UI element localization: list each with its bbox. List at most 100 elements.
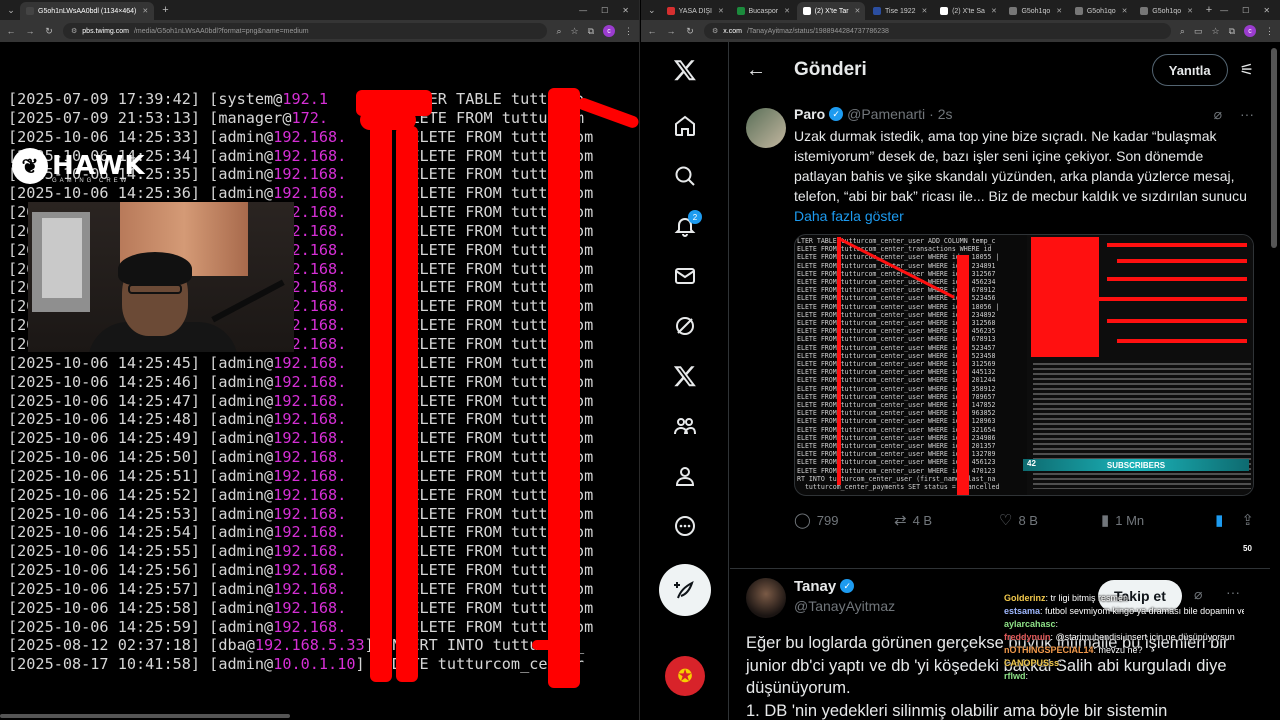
log-ts: [2025-10-06 14:25:55] [8,542,201,561]
bookmark-icon[interactable]: ▮ [1215,511,1223,529]
communities-icon[interactable] [665,406,705,446]
tab-close-icon[interactable]: ✕ [855,7,861,15]
back-arrow-icon[interactable]: ← [746,59,766,82]
extensions-icon[interactable]: ⧉ [1229,26,1235,37]
messages-envelope-icon[interactable] [665,256,705,296]
site-info-icon[interactable]: ⚙ [71,27,77,35]
back-icon[interactable]: ← [6,26,16,36]
reply-author-avatar[interactable] [746,578,786,618]
tab-search-icon[interactable]: ⌄ [4,3,18,17]
log-ip: 192.168.5.33 [254,636,365,655]
reload-icon[interactable]: ↻ [44,26,54,37]
tweet-media-image[interactable]: LTER TABLE tutturcom_center_user ADD COL… [794,234,1254,496]
browser-tab[interactable]: (2) X'te Tar ✕ [796,2,866,20]
tweet-author-avatar[interactable] [746,108,786,148]
minimize-icon[interactable]: — [1220,6,1228,15]
share-icon[interactable]: ⇪ [1241,511,1254,529]
chat-message: CANOPUSss: [1004,657,1244,670]
more-circle-icon[interactable] [665,506,705,546]
chat-username: nOTHINGSPECIAL14 [1004,645,1094,655]
site-info-icon[interactable]: ⚙ [712,27,718,35]
tab-close-icon[interactable]: ✕ [1056,7,1062,15]
new-tab-button[interactable]: + [1200,4,1218,16]
explore-search-icon[interactable] [665,156,705,196]
menu-icon[interactable]: ⋮ [1265,26,1274,37]
back-icon[interactable]: ← [647,26,657,36]
bookmark-star-icon[interactable]: ☆ [1211,26,1219,37]
tab-favicon-icon [873,7,882,15]
media-log-line: ELETE FROM tutturcom_center_user WHERE i… [797,286,996,295]
tweet-author-handle[interactable]: @Pamenarti [847,106,925,122]
repost-action[interactable]: ⇄ 4 B [894,511,999,529]
profile-avatar[interactable]: c [603,25,615,37]
tab-search-icon[interactable]: ⌄ [645,3,659,17]
left-tab-strip: ⌄ G5oh1nLWsAA0bdl (1134×464) ✕ + — ☐ ✕ [0,0,639,20]
zoom-icon[interactable]: ⌕ [1180,26,1185,37]
maximize-icon[interactable]: ☐ [601,6,608,15]
reply-settings-icon[interactable]: ⚟ [1240,60,1254,80]
log-ip: 10.0.1.10 [273,655,356,674]
tab-close-icon[interactable]: ✕ [922,7,928,15]
scrollbar-thumb[interactable] [1271,48,1277,248]
browser-tab[interactable]: Bucaspor ✕ [731,2,795,20]
tab-close-icon[interactable]: ✕ [1122,7,1128,15]
media-redaction [1097,297,1247,301]
premium-x-icon[interactable] [665,356,705,396]
cast-icon[interactable]: ▭ [1194,26,1203,37]
media-log-line: ELETE FROM tutturcom_center_user WHERE i… [797,368,996,377]
tab-close-icon[interactable]: ✕ [991,7,997,15]
show-more-link[interactable]: Daha fazla göster [794,206,1254,226]
browser-tab[interactable]: G5oh1qo ✕ [1134,2,1197,20]
new-tab-button[interactable]: + [156,4,174,16]
maximize-icon[interactable]: ☐ [1242,6,1249,15]
reply-button[interactable]: Yanıtla [1151,54,1228,86]
close-window-icon[interactable]: ✕ [622,6,629,15]
browser-tab[interactable]: G5oh1qo ✕ [1003,2,1066,20]
reload-icon[interactable]: ↻ [685,26,695,37]
views-action[interactable]: ▮ 1 Mn [1101,511,1211,529]
browser-tab[interactable]: G5oh1qo ✕ [1069,2,1132,20]
profile-icon[interactable] [665,456,705,496]
reply-action[interactable]: ◯ 799 [794,511,894,529]
page-scrollbar[interactable] [1270,42,1278,720]
log-line: [2025-10-06 14:25:57] [admin@192.168. ] … [8,580,593,599]
tweet-time[interactable]: · 2s [929,106,952,122]
cam-microphone-arm [211,279,285,323]
extensions-icon[interactable]: ⧉ [588,26,594,37]
tab-close-icon[interactable]: ✕ [784,7,790,15]
tweet-author-name[interactable]: Paro [794,106,825,122]
home-icon[interactable] [665,106,705,146]
tab-title: G5oh1qo [1021,7,1051,15]
log-user: [admin@ [200,542,274,561]
profile-avatar[interactable]: c [1244,25,1256,37]
more-options-icon[interactable]: ··· [1240,106,1254,122]
forward-icon[interactable]: → [25,26,35,36]
reply-author-name[interactable]: Tanay [794,578,836,595]
like-action[interactable]: ♡ 8 B [999,511,1101,529]
browser-tab[interactable]: (2) X'te Sa ✕ [934,2,1001,20]
notifications-bell-icon[interactable]: 2 [665,206,705,246]
close-window-icon[interactable]: ✕ [1263,6,1270,15]
menu-icon[interactable]: ⋮ [624,26,633,37]
log-ip: 192.168. [273,165,347,184]
address-bar[interactable]: ⚙ pbs.twimg.com/media/G5oh1nLWsAA0bdl?fo… [63,23,548,39]
x-logo-icon[interactable] [665,50,705,90]
tab-close-icon[interactable]: ✕ [718,7,724,15]
like-count: 8 B [1018,512,1038,528]
forward-icon[interactable]: → [666,26,676,36]
grok-explain-icon[interactable]: ⌀ [1214,106,1222,123]
bookmark-star-icon[interactable]: ☆ [570,26,578,37]
x-sidebar: 2 ✪ [641,42,729,720]
browser-tab[interactable]: Tise 1922 ✕ [867,2,932,20]
minimize-icon[interactable]: — [579,6,587,15]
grok-icon[interactable] [665,306,705,346]
address-bar[interactable]: ⚙ x.com/TanayAyitmaz/status/198894428473… [704,23,1171,39]
compose-post-button[interactable] [659,564,711,616]
tab-close-icon[interactable]: ✕ [142,7,148,15]
tab-image[interactable]: G5oh1nLWsAA0bdl (1134×464) ✕ [20,2,155,20]
browser-tab[interactable]: YASA DIŞI ✕ [661,2,729,20]
horizontal-scrollbar[interactable] [0,714,290,718]
account-avatar[interactable]: ✪ [665,656,705,696]
zoom-icon[interactable]: ⌕ [556,26,561,37]
tab-close-icon[interactable]: ✕ [1187,7,1193,15]
